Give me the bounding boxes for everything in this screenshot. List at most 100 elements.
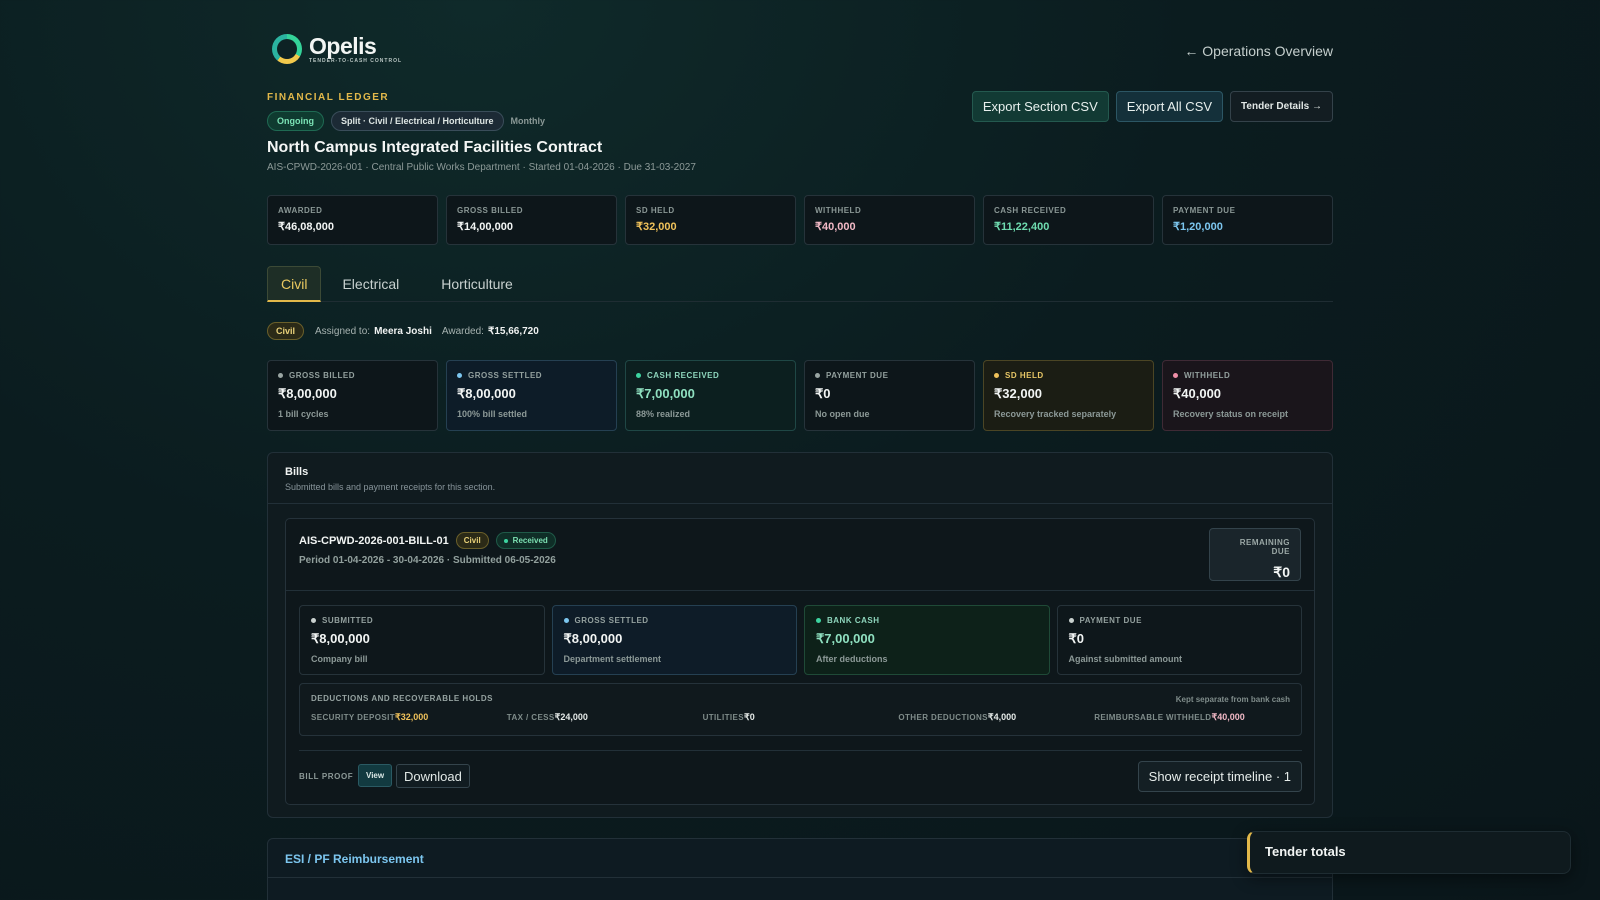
bill-status-text: Received [512,536,548,545]
section-metrics: GROSS BILLED ₹8,00,000 1 bill cycles GRO… [267,360,1333,431]
deduction-label: REIMBURSABLE WITHHELD [1094,713,1212,722]
deduction-value: ₹4,000 [987,712,1017,722]
header-pills: Ongoing Split · Civil / Electrical / Hor… [267,111,545,131]
metric-label: WITHHELD [1173,371,1322,380]
header-actions: Export Section CSV Export All CSV Tender… [971,91,1333,122]
metric-label-text: SUBMITTED [322,616,374,625]
bill-proof-row: BILL PROOF View Download Show receipt ti… [299,750,1302,792]
metric-value: ₹0 [815,386,831,401]
tender-totals-panel[interactable]: Tender totals [1247,831,1571,874]
metric-label-text: WITHHELD [1184,371,1231,380]
summary-label: SD HELD [636,206,675,215]
deduction-security-deposit: SECURITY DEPOSIT₹32,000 [311,712,507,723]
summary-card-awarded: AWARDED ₹46,08,000 [267,195,438,245]
metric-label: SUBMITTED [311,616,533,625]
metric-note: Recovery status on receipt [1173,409,1289,419]
metric-label-text: GROSS BILLED [289,371,356,380]
bill-id-row: AIS-CPWD-2026-001-BILL-01 Civil Received [299,532,556,549]
metric-note: Recovery tracked separately [994,409,1117,419]
bill-proof-label: BILL PROOF [299,772,354,781]
deduction-label: OTHER DEDUCTIONS [898,713,988,722]
brand-name: Opelis [309,33,377,59]
export-section-csv-button[interactable]: Export Section CSV [971,91,1109,122]
bill-id: AIS-CPWD-2026-001-BILL-01 [299,534,449,547]
tab-electrical[interactable]: Electrical [321,266,420,302]
metric-note: 1 bill cycles [278,409,329,419]
bill-card: AIS-CPWD-2026-001-BILL-01 Civil Received… [285,518,1315,805]
metric-label: GROSS BILLED [278,371,427,380]
section-badge: Civil [267,322,305,340]
metric-value: ₹8,00,000 [278,386,337,401]
tender-details-button[interactable]: Tender Details → [1230,91,1333,122]
brand-logo[interactable]: Opelis TENDER-TO-CASH CONTROL [272,34,402,64]
received-dot-icon [503,538,508,543]
metric-label: PAYMENT DUE [815,371,964,380]
bill-metric-bank-cash: BANK CASH ₹7,00,000 After deductions [804,605,1050,675]
view-proof-button[interactable]: View [358,764,393,787]
deduction-value: ₹0 [743,712,755,722]
deduction-label: SECURITY DEPOSIT [311,713,396,722]
status-dot-icon [563,618,569,623]
metric-note: No open due [815,409,870,419]
tab-horticulture[interactable]: Horticulture [420,266,534,302]
metric-note: Company bill [311,654,368,664]
page-subtitle: AIS-CPWD-2026-001 · Central Public Works… [267,162,696,173]
split-badge: Split · Civil / Electrical / Horticultur… [331,111,504,131]
tab-civil[interactable]: Civil [267,266,322,302]
bill-metric-payment-due: PAYMENT DUE ₹0 Against submitted amount [1056,605,1302,675]
metric-label-text: SD HELD [1005,371,1044,380]
status-dot-icon [1068,618,1074,623]
metric-card-sd-held: SD HELD ₹32,000 Recovery tracked separat… [983,360,1154,431]
bill-section-badge: Civil [455,532,489,549]
status-dot-icon [1173,373,1178,378]
summary-card-sd-held: SD HELD ₹32,000 [625,195,796,245]
section-tabs: Civil Electrical Horticulture [267,266,1333,302]
metric-note: 100% bill settled [457,409,528,419]
summary-value: ₹11,22,400 [994,221,1050,233]
bills-header: Bills Submitted bills and payment receip… [268,453,1332,504]
metric-card-payment-due: PAYMENT DUE ₹0 No open due [804,360,975,431]
summary-card-gross-billed: GROSS BILLED ₹14,00,000 [446,195,617,245]
export-all-csv-button[interactable]: Export All CSV [1115,91,1224,122]
metric-label: SD HELD [994,371,1143,380]
summary-value: ₹46,08,000 [278,221,334,233]
remaining-due-label: REMAINING DUE [1239,538,1290,556]
page-title: North Campus Integrated Facilities Contr… [267,139,603,156]
summary-label: GROSS BILLED [457,206,524,215]
bill-metric-gross-settled: GROSS SETTLED ₹8,00,000 Department settl… [551,605,797,675]
bill-period: Period 01-04-2026 - 30-04-2026 · Submitt… [299,555,556,566]
metric-label-text: PAYMENT DUE [1079,616,1142,625]
frequency-label: Monthly [510,116,546,126]
summary-value: ₹1,20,000 [1173,221,1223,233]
metric-value: ₹0 [1068,631,1085,646]
brand-tagline: TENDER-TO-CASH CONTROL [309,58,403,64]
metric-value: ₹8,00,000 [563,631,623,646]
summary-label: CASH RECEIVED [994,206,1067,215]
top-bar: Opelis TENDER-TO-CASH CONTROL ← Operatio… [267,30,1333,70]
divider [268,877,1332,878]
esi-pf-section[interactable]: ESI / PF Reimbursement [267,838,1333,900]
status-dot-icon [311,618,316,623]
eyebrow-label: FINANCIAL LEDGER [267,92,390,103]
remaining-due-value: ₹0 [1273,564,1290,580]
metric-value: ₹7,00,000 [816,631,875,646]
operations-overview-link[interactable]: ← Operations Overview [1184,43,1333,59]
receipt-timeline-button[interactable]: Show receipt timeline · 1 [1137,761,1302,792]
bill-status-badge: Received [495,532,556,549]
logo-ring-icon [272,34,302,64]
bill-metric-submitted: SUBMITTED ₹8,00,000 Company bill [299,605,545,675]
summary-card-cash-received: CASH RECEIVED ₹11,22,400 [983,195,1154,245]
bill-header: AIS-CPWD-2026-001-BILL-01 Civil Received… [286,519,1314,591]
download-proof-button[interactable]: Download [396,764,470,788]
deduction-label: TAX / CESS [506,713,555,722]
summary-label: WITHHELD [815,206,862,215]
summary-value: ₹40,000 [815,221,856,233]
metric-card-gross-billed: GROSS BILLED ₹8,00,000 1 bill cycles [267,360,438,431]
deduction-value: ₹24,000 [554,712,588,722]
esi-pf-title: ESI / PF Reimbursement [285,852,424,866]
assignee-name: Meera Joshi [374,325,432,337]
metric-card-gross-settled: GROSS SETTLED ₹8,00,000 100% bill settle… [446,360,617,431]
status-dot-icon [815,373,820,378]
summary-label: AWARDED [278,206,323,215]
status-badge: Ongoing [267,111,324,131]
